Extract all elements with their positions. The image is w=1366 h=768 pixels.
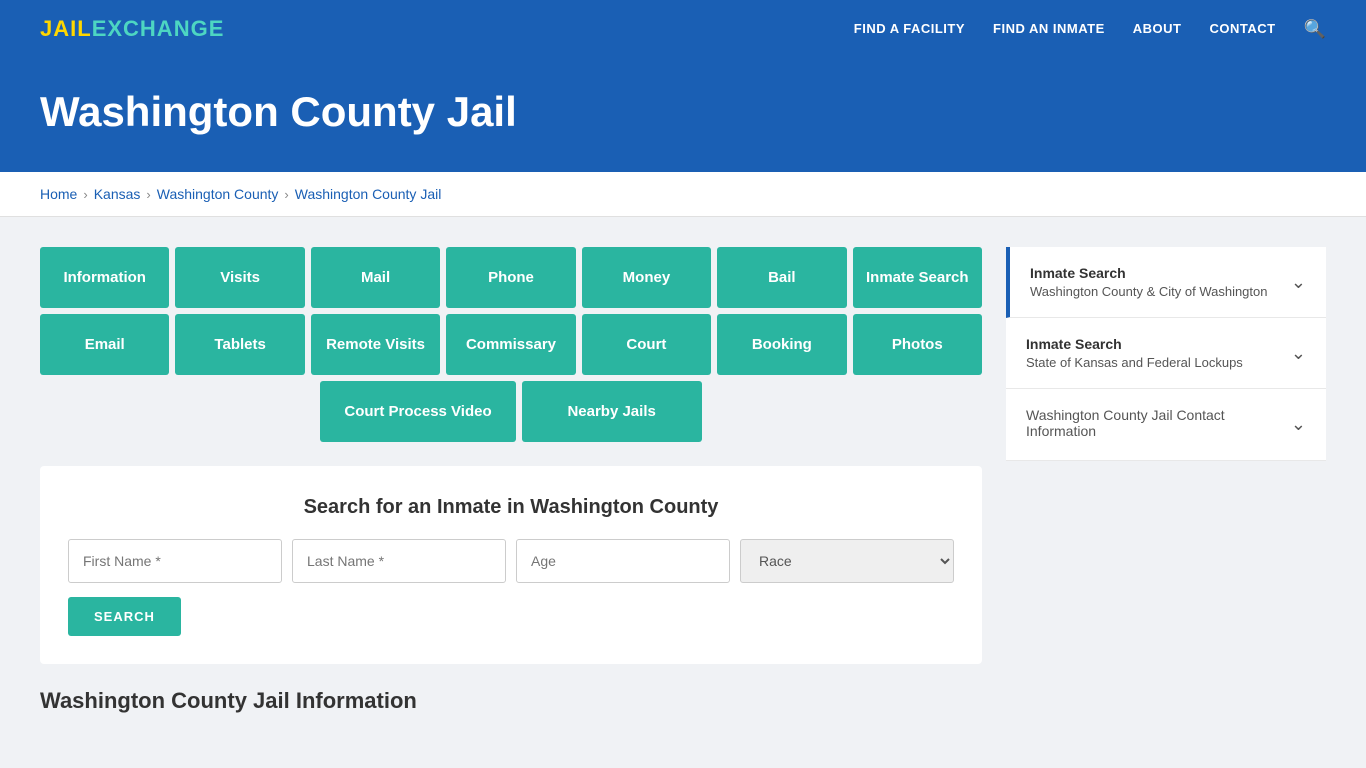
cat-btn-tablets[interactable]: Tablets [175,314,304,375]
breadcrumb-washington-county[interactable]: Washington County [157,186,279,202]
logo-exchange: EXCHANGE [92,16,225,41]
search-title: Search for an Inmate in Washington Count… [68,496,954,519]
race-select[interactable]: Race White Black Hispanic Asian Other [740,539,954,583]
chevron-down-icon-1: ⌄ [1291,272,1306,293]
sidebar-item-text-1: Inmate Search Washington County & City o… [1030,265,1268,299]
nav-about[interactable]: ABOUT [1133,20,1182,38]
nav-links: FIND A FACILITY FIND AN INMATE ABOUT CON… [854,19,1326,40]
search-button[interactable]: SEARCH [68,597,181,636]
sidebar-item-title-1: Inmate Search [1030,265,1268,281]
cat-btn-information[interactable]: Information [40,247,169,308]
hero-section: Washington County Jail [0,58,1366,172]
breadcrumb-current: Washington County Jail [295,186,442,202]
last-name-input[interactable] [292,539,506,583]
jail-info-heading: Washington County Jail Information [40,688,982,714]
breadcrumb-sep-1: › [83,187,87,202]
nav-find-inmate[interactable]: FIND AN INMATE [993,20,1105,38]
cat-btn-inmate-search[interactable]: Inmate Search [853,247,982,308]
cat-btn-visits[interactable]: Visits [175,247,304,308]
sidebar-item-contact-info[interactable]: Washington County Jail Contact Informati… [1006,389,1326,461]
cat-btn-mail[interactable]: Mail [311,247,440,308]
search-icon[interactable]: 🔍 [1304,19,1326,40]
breadcrumb-sep-3: › [284,187,288,202]
cat-btn-bail[interactable]: Bail [717,247,846,308]
page-title: Washington County Jail [40,88,1326,136]
breadcrumb-home[interactable]: Home [40,186,77,202]
sidebar-item-title-3: Washington County Jail Contact Informati… [1026,407,1291,439]
chevron-down-icon-3: ⌄ [1291,414,1306,435]
cat-btn-remote-visits[interactable]: Remote Visits [311,314,440,375]
inmate-search-box: Search for an Inmate in Washington Count… [40,466,982,664]
chevron-down-icon-2: ⌄ [1291,343,1306,364]
cat-btn-photos[interactable]: Photos [853,314,982,375]
cat-btn-booking[interactable]: Booking [717,314,846,375]
breadcrumb: Home › Kansas › Washington County › Wash… [0,172,1366,217]
category-row-3: Court Process Video Nearby Jails [40,381,982,442]
right-sidebar: Inmate Search Washington County & City o… [1006,247,1326,461]
sidebar-item-text-2: Inmate Search State of Kansas and Federa… [1026,336,1243,370]
logo-jail: JAIL [40,16,92,41]
left-column: Information Visits Mail Phone Money Bail… [40,247,982,714]
cat-btn-money[interactable]: Money [582,247,711,308]
sidebar-item-subtitle-1: Washington County & City of Washington [1030,284,1268,299]
cat-btn-phone[interactable]: Phone [446,247,575,308]
sidebar-item-title-2: Inmate Search [1026,336,1243,352]
category-row-2: Email Tablets Remote Visits Commissary C… [40,314,982,375]
cat-btn-email[interactable]: Email [40,314,169,375]
logo[interactable]: JAILEXCHANGE [40,16,224,42]
sidebar-item-inmate-search-kansas[interactable]: Inmate Search State of Kansas and Federa… [1006,318,1326,389]
nav-contact[interactable]: CONTACT [1209,20,1275,38]
cat-btn-court[interactable]: Court [582,314,711,375]
first-name-input[interactable] [68,539,282,583]
sidebar-item-text-3: Washington County Jail Contact Informati… [1026,407,1291,442]
category-row-1: Information Visits Mail Phone Money Bail… [40,247,982,308]
sidebar-item-subtitle-2: State of Kansas and Federal Lockups [1026,355,1243,370]
cat-btn-commissary[interactable]: Commissary [446,314,575,375]
breadcrumb-kansas[interactable]: Kansas [94,186,141,202]
breadcrumb-sep-2: › [146,187,150,202]
nav-find-facility[interactable]: FIND A FACILITY [854,20,965,38]
age-input[interactable] [516,539,730,583]
cat-btn-nearby-jails[interactable]: Nearby Jails [522,381,702,442]
cat-btn-court-process-video[interactable]: Court Process Video [320,381,515,442]
sidebar-item-inmate-search-washington[interactable]: Inmate Search Washington County & City o… [1006,247,1326,318]
content-section: Information Visits Mail Phone Money Bail… [0,217,1366,744]
search-fields: Race White Black Hispanic Asian Other [68,539,954,583]
navbar: JAILEXCHANGE FIND A FACILITY FIND AN INM… [0,0,1366,58]
